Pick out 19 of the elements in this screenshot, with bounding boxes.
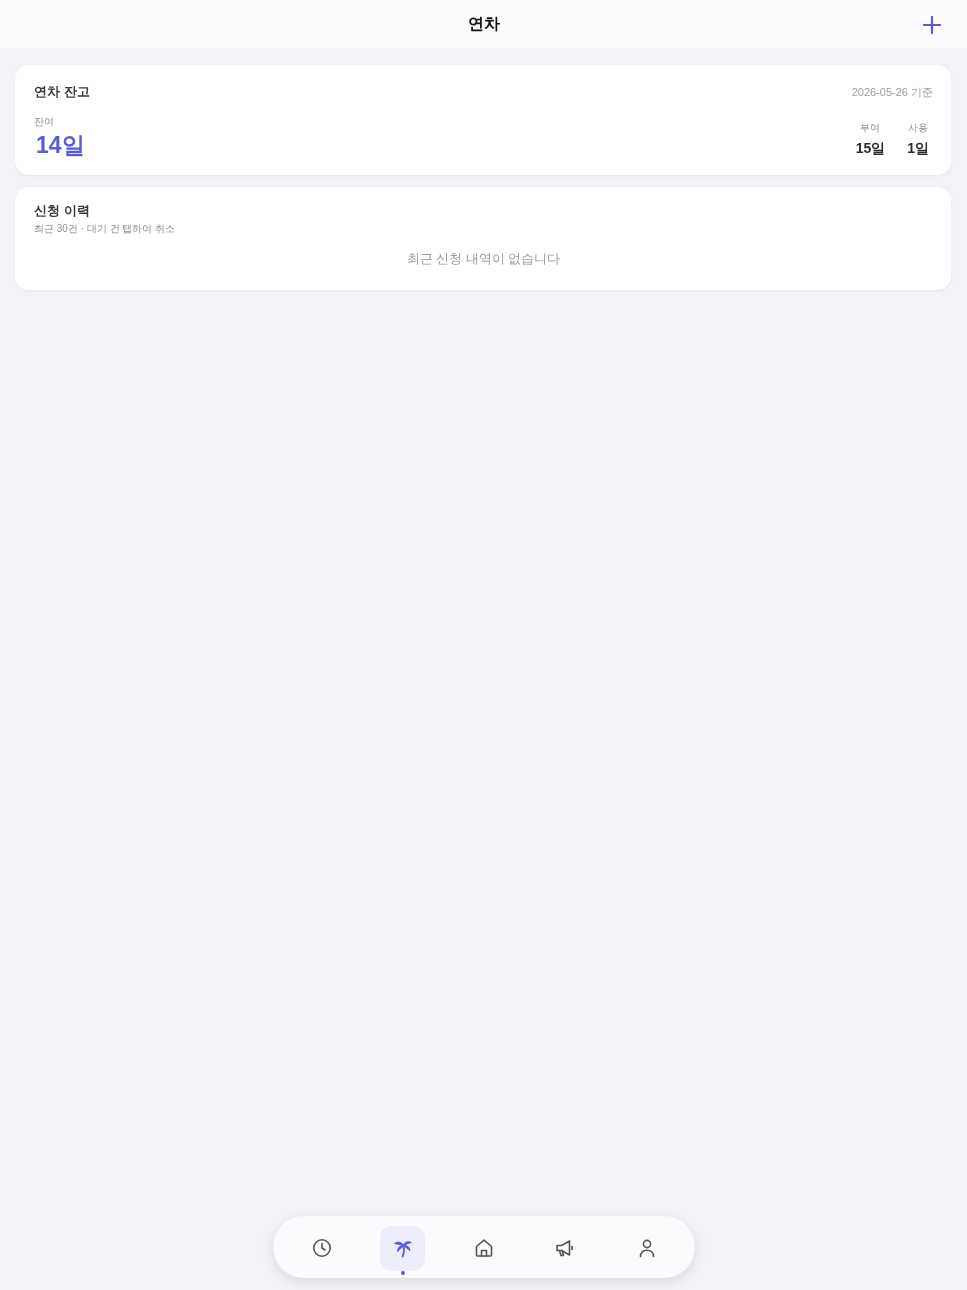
clock-icon [311,1238,332,1258]
stat-label: 사용 [908,121,929,134]
as-of-date: 2026-05-26 기준 [851,84,933,100]
active-indicator-icon [400,1270,405,1275]
page-title: 연차 [467,13,500,34]
card-title: 신청 이력 [34,202,90,220]
empty-message: 최근 신청 내역이 없습니다 [406,250,561,268]
plus-icon [923,16,941,34]
tab-button[interactable] [380,1225,426,1271]
stat-label: 부여 [860,121,881,134]
stat-value: 15일 [855,139,886,157]
remaining-label: 잔여 [34,115,54,128]
card-subtitle: 최근 30건 · 대기 건 탭하여 취소 [34,222,176,236]
remaining-value: 14일 [36,131,85,159]
house-icon [474,1238,494,1258]
megaphone-icon [555,1238,576,1258]
palm-tree-icon [392,1238,413,1258]
card-title: 연차 잔고 [34,83,90,101]
stat-value: 1일 [907,139,929,157]
